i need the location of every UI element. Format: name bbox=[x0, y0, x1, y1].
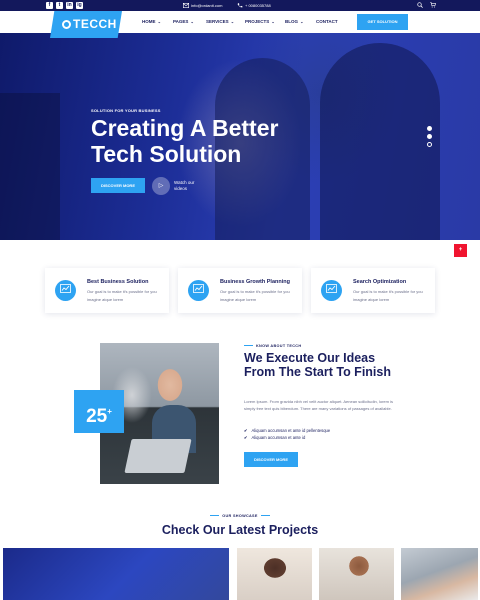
projects-title: Check Our Latest Projects bbox=[161, 523, 319, 537]
chevron-down-icon: ⌄ bbox=[189, 19, 194, 24]
feature-title: Best Business Solution bbox=[87, 279, 149, 285]
play-icon[interactable]: ▷ bbox=[152, 177, 170, 195]
gear-logo-icon bbox=[62, 20, 71, 29]
get-solution-button[interactable]: GET SOLUTION bbox=[357, 14, 408, 30]
search-icon[interactable] bbox=[417, 2, 425, 10]
check-item: ✔ Aliquam accumsan et ante id bbox=[244, 435, 306, 440]
phone-icon bbox=[237, 3, 243, 8]
nav-contact[interactable]: CONTACT bbox=[316, 19, 338, 25]
laptop-figure bbox=[124, 439, 192, 473]
nav-home[interactable]: HOME ⌄ bbox=[142, 19, 161, 25]
project-card[interactable] bbox=[319, 548, 394, 600]
chevron-down-icon: ⌄ bbox=[156, 19, 161, 24]
mail-icon bbox=[183, 3, 190, 9]
phone-info[interactable]: + 0080035788 bbox=[237, 2, 271, 9]
scroll-top-button[interactable]: + bbox=[454, 244, 467, 257]
email-text: info@ordanit.com bbox=[191, 3, 223, 8]
nav-blog[interactable]: BLOG ⌄ bbox=[285, 19, 303, 25]
chevron-down-icon: ⌄ bbox=[270, 19, 275, 24]
hero-eyebrow: SOLUTION FOR YOUR BUSINESS bbox=[91, 108, 161, 113]
nav-projects[interactable]: PROJECTS ⌄ bbox=[245, 19, 275, 25]
cart-icon[interactable] bbox=[430, 2, 436, 10]
twitter-icon[interactable]: t bbox=[56, 2, 63, 9]
check-icon: ✔ bbox=[244, 428, 248, 433]
project-card[interactable] bbox=[237, 548, 312, 600]
about-title: We Execute Our Ideas From The Start To F… bbox=[244, 351, 391, 379]
top-tools bbox=[417, 2, 436, 11]
slider-dot-1[interactable] bbox=[427, 126, 432, 131]
projects-eyebrow: OUR SHOWCASE bbox=[0, 514, 480, 518]
feature-card[interactable]: Search Optimization Our goal is to make … bbox=[311, 268, 435, 313]
watch-video-label[interactable]: Watch our videos bbox=[174, 180, 204, 192]
slider-dot-2[interactable] bbox=[427, 134, 432, 139]
about-eyebrow: KNOW ABOUT TECCH bbox=[244, 344, 301, 348]
project-card[interactable] bbox=[3, 548, 229, 600]
feature-text: Our goal is to make it's possible for yo… bbox=[220, 289, 290, 302]
feature-card[interactable]: Business Growth Planning Our goal is to … bbox=[178, 268, 302, 313]
facebook-icon[interactable]: f bbox=[46, 2, 53, 9]
feature-card[interactable]: Best Business Solution Our goal is to ma… bbox=[45, 268, 169, 313]
chart-icon bbox=[188, 280, 209, 301]
hero-bg-figure bbox=[0, 93, 60, 240]
logo-text: TECCH bbox=[73, 17, 117, 31]
hero-discover-button[interactable]: DISCOVER MORE bbox=[91, 178, 145, 193]
nav-services[interactable]: SERVICES ⌄ bbox=[206, 19, 234, 25]
feature-title: Business Growth Planning bbox=[220, 279, 290, 285]
check-icon: ✔ bbox=[244, 435, 248, 440]
feature-text: Our goal is to make it's possible for yo… bbox=[353, 289, 423, 302]
feature-title: Search Optimization bbox=[353, 279, 407, 285]
project-card[interactable] bbox=[401, 548, 478, 600]
slider-dot-3-active[interactable] bbox=[427, 142, 432, 147]
site-logo[interactable]: TECCH bbox=[50, 11, 122, 38]
check-item: ✔ Aliquam accumsan et ante id pellentesqu… bbox=[244, 428, 331, 433]
chevron-down-icon: ⌄ bbox=[229, 19, 235, 24]
nav-pages[interactable]: PAGES ⌄ bbox=[173, 19, 194, 25]
about-discover-button[interactable]: DISCOVER MORE bbox=[244, 452, 298, 467]
chevron-down-icon: ⌄ bbox=[299, 19, 304, 24]
feature-text: Our goal is to make it's possible for yo… bbox=[87, 289, 157, 302]
hero-title: Creating A Better Tech Solution bbox=[91, 115, 279, 167]
email-info[interactable]: info@ordanit.com bbox=[183, 2, 222, 9]
about-text: Lorem Ipsum. From gravida nibh vel velit… bbox=[244, 399, 393, 411]
phone-text: + 0080035788 bbox=[245, 3, 271, 8]
chart-icon bbox=[55, 280, 76, 301]
experience-badge: 25+ bbox=[74, 390, 124, 433]
top-bar: f t in ig info@ordanit.com + 0080035788 bbox=[0, 0, 480, 11]
linkedin-icon[interactable]: in bbox=[66, 2, 73, 9]
instagram-icon[interactable]: ig bbox=[76, 2, 83, 9]
chart-icon bbox=[321, 280, 342, 301]
